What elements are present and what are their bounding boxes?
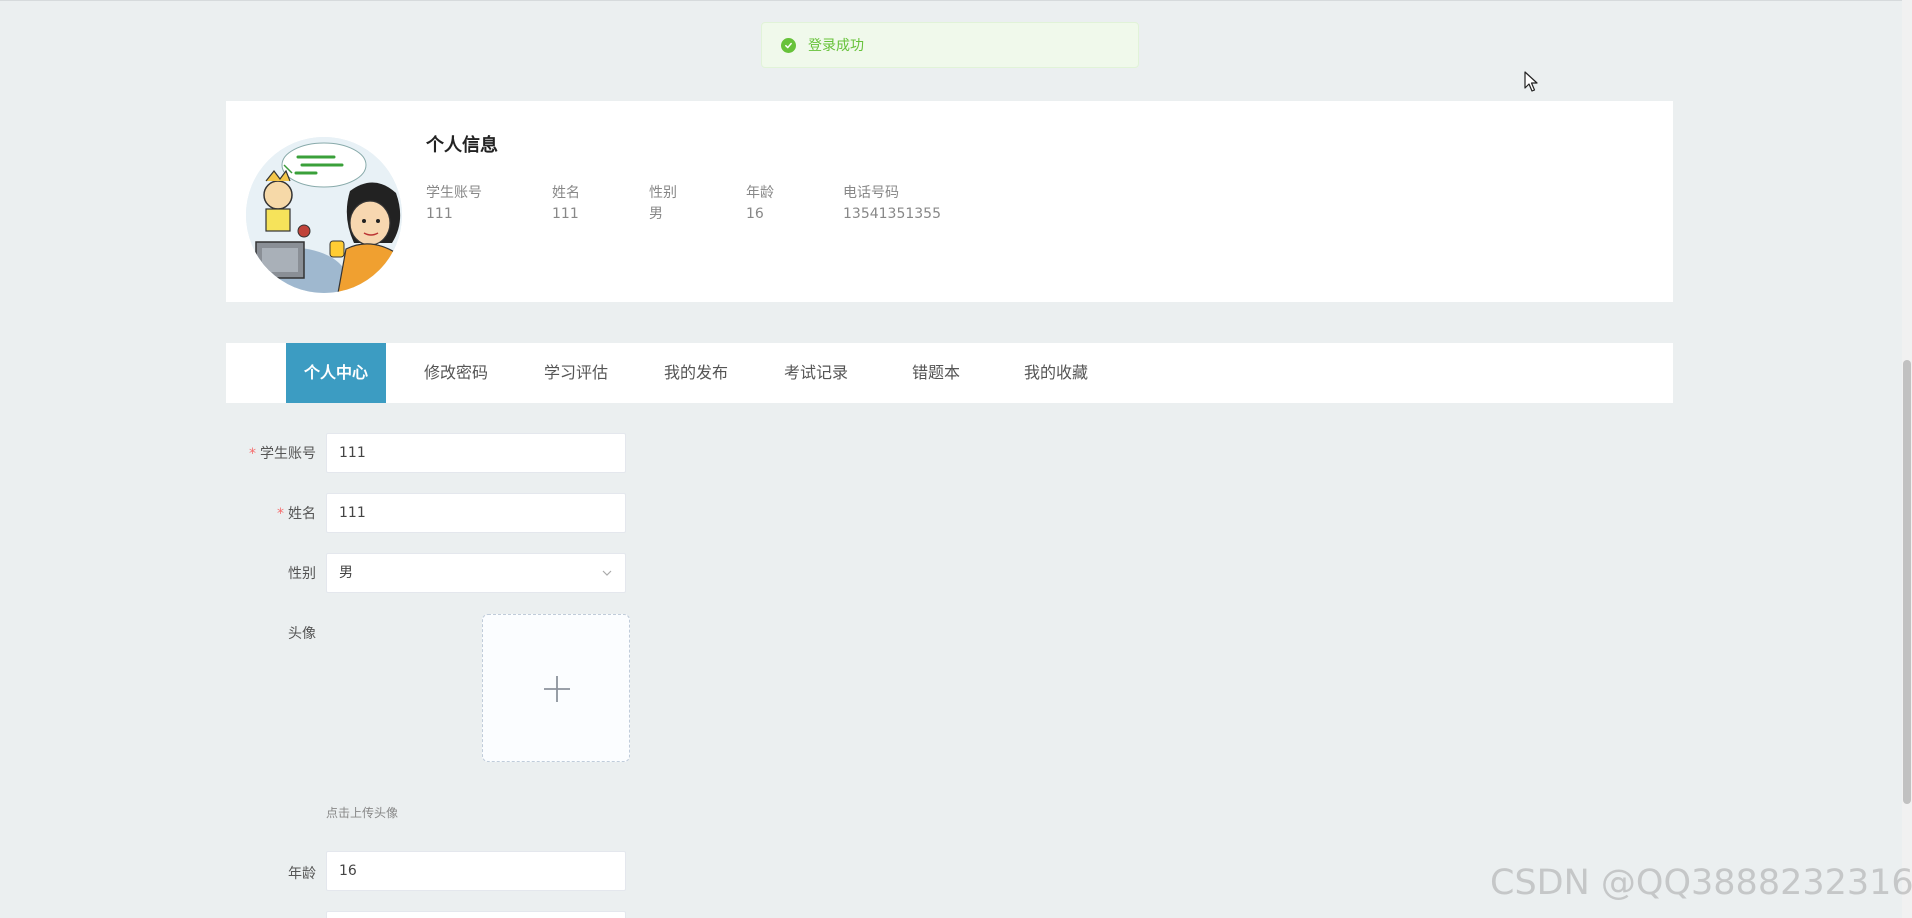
info-age: 年龄 16 (746, 183, 774, 225)
info-value: 男 (649, 206, 663, 222)
info-value: 111 (426, 206, 453, 222)
info-label: 电话号码 (843, 185, 899, 201)
account-input[interactable] (326, 433, 626, 473)
plus-icon (544, 676, 570, 702)
info-label: 学生账号 (426, 185, 482, 201)
info-label: 性别 (649, 185, 677, 201)
info-name: 姓名 111 (552, 183, 580, 225)
avatar-cartoon-image (246, 137, 402, 293)
chevron-down-icon (602, 570, 612, 576)
tabs-bar: 个人中心 修改密码 学习评估 我的发布 考试记录 错题本 我的收藏 (226, 343, 1673, 403)
gender-label: 性别 (288, 566, 316, 582)
tab-my-favorites[interactable]: 我的收藏 (1006, 343, 1106, 403)
info-gender: 性别 男 (649, 183, 677, 225)
scrollbar-thumb[interactable] (1903, 360, 1911, 804)
age-label: 年龄 (288, 866, 316, 882)
required-marker: * (249, 446, 256, 462)
tab-personal-center[interactable]: 个人中心 (286, 343, 386, 403)
info-value: 13541351355 (843, 206, 941, 222)
info-value: 111 (552, 206, 579, 222)
tab-learning-evaluation[interactable]: 学习评估 (526, 343, 626, 403)
tab-wrong-questions[interactable]: 错题本 (886, 343, 986, 403)
top-divider (0, 0, 1912, 1)
name-label-text: 姓名 (288, 506, 316, 522)
watermark: CSDN @QQ3888232316 (1490, 863, 1912, 903)
toast-message: 登录成功 (808, 38, 864, 54)
avatar-upload-button[interactable] (482, 614, 630, 762)
gender-selected-value: 男 (339, 565, 353, 581)
required-marker: * (277, 506, 284, 522)
profile-title: 个人信息 (426, 135, 498, 156)
check-circle-icon (781, 37, 796, 53)
mouse-cursor-icon (1524, 71, 1538, 92)
name-input[interactable] (326, 493, 626, 533)
info-label: 姓名 (552, 185, 580, 201)
name-label: * 姓名 (226, 503, 316, 523)
info-account: 学生账号 111 (426, 183, 482, 225)
success-toast: 登录成功 (761, 22, 1139, 68)
tab-my-posts[interactable]: 我的发布 (646, 343, 746, 403)
age-input[interactable] (326, 851, 626, 891)
account-label-text: 学生账号 (260, 446, 316, 462)
profile-card: 个人信息 学生账号 111 姓名 111 性别 男 年龄 16 电话号码 135… (226, 101, 1673, 302)
avatar-label: 头像 (288, 626, 316, 642)
next-field-input[interactable] (326, 911, 626, 918)
account-label: * 学生账号 (226, 443, 316, 463)
info-phone: 电话号码 13541351355 (843, 183, 941, 225)
info-label: 年龄 (746, 185, 774, 201)
gender-select[interactable]: 男 (326, 553, 626, 593)
tab-change-password[interactable]: 修改密码 (406, 343, 506, 403)
avatar (246, 137, 402, 293)
tab-exam-records[interactable]: 考试记录 (766, 343, 866, 403)
page: 登录成功 个人信息 学生账号 111 姓名 111 性别 男 年龄 16 电话号… (0, 0, 1912, 918)
info-value: 16 (746, 206, 764, 222)
upload-hint: 点击上传头像 (326, 806, 399, 820)
